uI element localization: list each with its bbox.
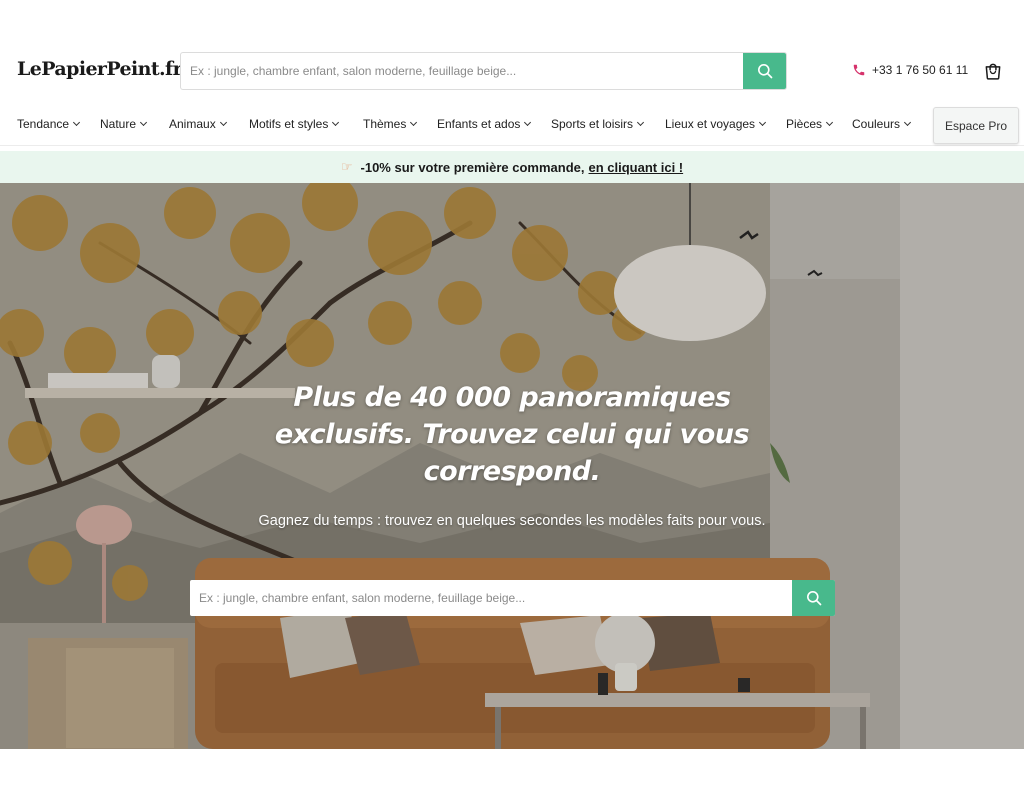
cart-button[interactable] [982, 60, 1004, 82]
shopping-bag-icon [985, 63, 1001, 80]
promo-link[interactable]: en cliquant ici ! [589, 160, 684, 175]
chevron-down-icon [73, 118, 81, 127]
phone-contact[interactable]: +33 1 76 50 61 11 [852, 63, 968, 77]
hero-section: Plus de 40 000 panoramiques exclusifs. T… [0, 183, 1024, 749]
nav-item-lieux-et-voyages[interactable]: Lieux et voyages [665, 117, 767, 131]
nav-item-nature[interactable]: Nature [100, 117, 148, 131]
header-search-input[interactable] [181, 53, 745, 89]
nav-item-enfants-et-ados[interactable]: Enfants et ados [437, 117, 532, 131]
phone-number: +33 1 76 50 61 11 [872, 63, 969, 77]
pointing-hand-icon: ☞ [340, 159, 353, 174]
chevron-down-icon [524, 118, 532, 127]
header-search-bar [180, 52, 787, 90]
chevron-down-icon [636, 118, 645, 127]
header-search-button[interactable] [743, 53, 786, 89]
site-logo[interactable]: LePapierPeint.fr [17, 58, 183, 80]
nav-item-animaux[interactable]: Animaux [169, 117, 227, 131]
chevron-down-icon [903, 118, 912, 127]
chevron-down-icon [219, 118, 227, 127]
hero-subtitle: Gagnez du temps : trouvez en quelques se… [258, 513, 766, 529]
hero-search-button[interactable] [792, 580, 835, 616]
nav-item-themes[interactable]: Thèmes [363, 117, 418, 131]
chevron-down-icon [332, 118, 340, 127]
chevron-down-icon [410, 118, 418, 127]
nav-item-motifs-et-styles[interactable]: Motifs et styles [249, 117, 340, 131]
site-header: LePapierPeint.fr +33 1 76 50 61 11 [0, 0, 1024, 100]
main-navigation: Tendance Nature Animaux Motifs et styles… [0, 104, 1024, 146]
espace-pro-button[interactable]: Espace Pro [933, 107, 1019, 144]
nav-item-pieces[interactable]: Pièces [786, 117, 834, 131]
chevron-down-icon [759, 118, 767, 127]
phone-icon [853, 64, 865, 76]
promo-banner: ☞ -10% sur votre première commande, en c… [0, 151, 1024, 183]
nav-item-tendance[interactable]: Tendance [17, 117, 81, 131]
nav-item-couleurs[interactable]: Couleurs [852, 117, 912, 131]
hero-title: Plus de 40 000 panoramiques exclusifs. T… [274, 382, 750, 487]
hero-search-bar [190, 580, 835, 616]
chevron-down-icon [139, 118, 148, 127]
chevron-down-icon [825, 118, 834, 127]
hero-search-input[interactable] [190, 580, 791, 616]
search-icon [757, 64, 772, 79]
nav-item-sports-et-loisirs[interactable]: Sports et loisirs [551, 117, 645, 131]
search-icon [806, 591, 821, 606]
promo-text: -10% sur votre première commande, [360, 159, 585, 175]
